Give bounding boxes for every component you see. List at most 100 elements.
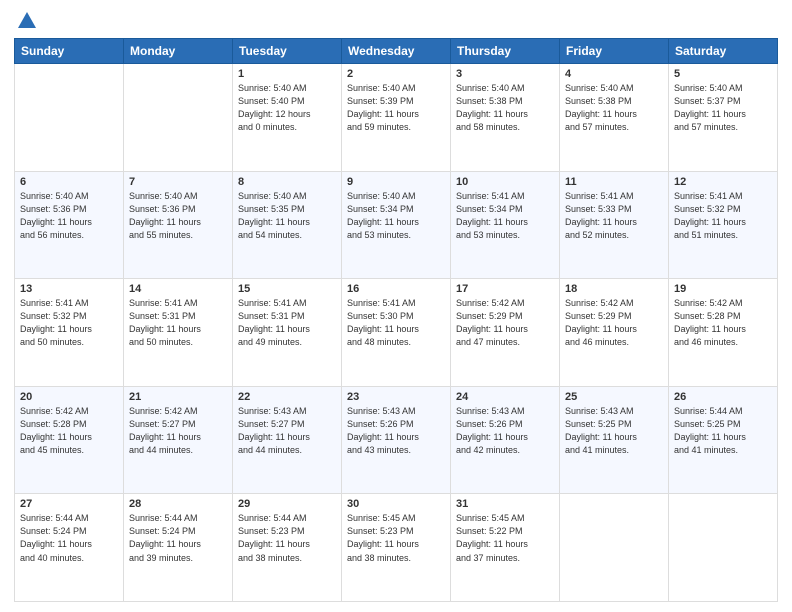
calendar-cell: 22Sunrise: 5:43 AM Sunset: 5:27 PM Dayli… — [233, 386, 342, 494]
day-info: Sunrise: 5:40 AM Sunset: 5:38 PM Dayligh… — [456, 82, 554, 134]
calendar-cell: 27 Sunrise: 5:44 AM Sunset: 5:24 PM Dayli… — [15, 494, 124, 602]
calendar-cell: 11 Sunrise: 5:41 AM Sunset: 5:33 PM Dayli… — [560, 171, 669, 279]
day-info: Sunrise: 5:40 AM Sunset: 5:35 PM Dayligh… — [238, 190, 336, 242]
day-info: Sunrise: 5:41 AM Sunset: 5:33 PM Dayligh… — [565, 190, 663, 242]
day-info: Sunrise: 5:44 AM Sunset: 5:24 PM Dayligh… — [129, 512, 227, 564]
day-info: Sunrise: 5:44 AM Sunset: 5:25 PM Dayligh… — [674, 405, 772, 457]
day-number: 25 — [565, 391, 663, 403]
page: SundayMondayTuesdayWednesdayThursdayFrid… — [0, 0, 792, 612]
day-number: 10 — [456, 176, 554, 188]
day-info: Sunrise: 5:43 AM Sunset: 5:26 PM Dayligh… — [347, 405, 445, 457]
day-info: Sunrise: 5:40 AM Sunset: 5:38 PM Dayligh… — [565, 82, 663, 134]
weekday-header: Monday — [124, 39, 233, 64]
calendar-cell: 15 Sunrise: 5:41 AM Sunset: 5:31 PM Dayli… — [233, 279, 342, 387]
day-info: Sunrise: 5:41 AM Sunset: 5:32 PM Dayligh… — [20, 297, 118, 349]
calendar-header-row: SundayMondayTuesdayWednesdayThursdayFrid… — [15, 39, 778, 64]
day-info: Sunrise: 5:42 AM Sunset: 5:28 PM Dayligh… — [674, 297, 772, 349]
day-number: 23 — [347, 391, 445, 403]
calendar-cell: 19 Sunrise: 5:42 AM Sunset: 5:28 PM Dayli… — [669, 279, 778, 387]
calendar-cell: 20 Sunrise: 5:42 AM Sunset: 5:28 PM Dayli… — [15, 386, 124, 494]
calendar-cell: 23 Sunrise: 5:43 AM Sunset: 5:26 PM Dayli… — [342, 386, 451, 494]
weekday-header: Sunday — [15, 39, 124, 64]
weekday-header: Saturday — [669, 39, 778, 64]
day-number: 18 — [565, 283, 663, 295]
calendar-cell: 3Sunrise: 5:40 AM Sunset: 5:38 PM Daylig… — [451, 64, 560, 172]
calendar-cell: 9 Sunrise: 5:40 AM Sunset: 5:34 PM Daylig… — [342, 171, 451, 279]
day-info: Sunrise: 5:42 AM Sunset: 5:27 PM Dayligh… — [129, 405, 227, 457]
day-number: 8 — [238, 176, 336, 188]
day-info: Sunrise: 5:41 AM Sunset: 5:31 PM Dayligh… — [238, 297, 336, 349]
day-number: 19 — [674, 283, 772, 295]
calendar-cell: 24 Sunrise: 5:43 AM Sunset: 5:26 PM Dayli… — [451, 386, 560, 494]
calendar-cell — [560, 494, 669, 602]
weekday-header: Wednesday — [342, 39, 451, 64]
day-info: Sunrise: 5:43 AM Sunset: 5:26 PM Dayligh… — [456, 405, 554, 457]
day-info: Sunrise: 5:41 AM Sunset: 5:32 PM Dayligh… — [674, 190, 772, 242]
calendar-cell: 30 Sunrise: 5:45 AM Sunset: 5:23 PM Dayli… — [342, 494, 451, 602]
day-info: Sunrise: 5:44 AM Sunset: 5:23 PM Dayligh… — [238, 512, 336, 564]
day-info: Sunrise: 5:41 AM Sunset: 5:34 PM Dayligh… — [456, 190, 554, 242]
day-number: 1 — [238, 68, 336, 80]
calendar-cell: 12 Sunrise: 5:41 AM Sunset: 5:32 PM Dayli… — [669, 171, 778, 279]
day-number: 26 — [674, 391, 772, 403]
day-info: Sunrise: 5:40 AM Sunset: 5:39 PM Dayligh… — [347, 82, 445, 134]
calendar-week-row: 13 Sunrise: 5:41 AM Sunset: 5:32 PM Dayli… — [15, 279, 778, 387]
day-number: 16 — [347, 283, 445, 295]
calendar-cell: 25Sunrise: 5:43 AM Sunset: 5:25 PM Dayli… — [560, 386, 669, 494]
day-number: 30 — [347, 498, 445, 510]
day-number: 20 — [20, 391, 118, 403]
day-number: 28 — [129, 498, 227, 510]
logo — [14, 10, 38, 32]
calendar-cell — [124, 64, 233, 172]
day-number: 4 — [565, 68, 663, 80]
day-info: Sunrise: 5:40 AM Sunset: 5:34 PM Dayligh… — [347, 190, 445, 242]
day-info: Sunrise: 5:44 AM Sunset: 5:24 PM Dayligh… — [20, 512, 118, 564]
calendar-week-row: 20 Sunrise: 5:42 AM Sunset: 5:28 PM Dayli… — [15, 386, 778, 494]
calendar-cell: 21Sunrise: 5:42 AM Sunset: 5:27 PM Dayli… — [124, 386, 233, 494]
day-info: Sunrise: 5:40 AM Sunset: 5:36 PM Dayligh… — [20, 190, 118, 242]
calendar-cell: 5Sunrise: 5:40 AM Sunset: 5:37 PM Daylig… — [669, 64, 778, 172]
day-info: Sunrise: 5:42 AM Sunset: 5:28 PM Dayligh… — [20, 405, 118, 457]
logo-text — [14, 10, 38, 32]
day-number: 24 — [456, 391, 554, 403]
day-number: 2 — [347, 68, 445, 80]
day-number: 11 — [565, 176, 663, 188]
calendar-week-row: 1 Sunrise: 5:40 AM Sunset: 5:40 PM Daylig… — [15, 64, 778, 172]
calendar-cell: 10 Sunrise: 5:41 AM Sunset: 5:34 PM Dayli… — [451, 171, 560, 279]
day-number: 31 — [456, 498, 554, 510]
weekday-header: Tuesday — [233, 39, 342, 64]
day-info: Sunrise: 5:41 AM Sunset: 5:30 PM Dayligh… — [347, 297, 445, 349]
calendar-week-row: 6 Sunrise: 5:40 AM Sunset: 5:36 PM Daylig… — [15, 171, 778, 279]
weekday-header: Friday — [560, 39, 669, 64]
day-info: Sunrise: 5:45 AM Sunset: 5:23 PM Dayligh… — [347, 512, 445, 564]
day-info: Sunrise: 5:42 AM Sunset: 5:29 PM Dayligh… — [565, 297, 663, 349]
calendar-cell: 4 Sunrise: 5:40 AM Sunset: 5:38 PM Daylig… — [560, 64, 669, 172]
calendar-cell: 17Sunrise: 5:42 AM Sunset: 5:29 PM Dayli… — [451, 279, 560, 387]
calendar-cell: 14 Sunrise: 5:41 AM Sunset: 5:31 PM Dayli… — [124, 279, 233, 387]
day-number: 15 — [238, 283, 336, 295]
day-number: 9 — [347, 176, 445, 188]
day-number: 27 — [20, 498, 118, 510]
day-number: 13 — [20, 283, 118, 295]
day-info: Sunrise: 5:40 AM Sunset: 5:40 PM Dayligh… — [238, 82, 336, 134]
day-number: 7 — [129, 176, 227, 188]
day-number: 5 — [674, 68, 772, 80]
calendar-cell: 18 Sunrise: 5:42 AM Sunset: 5:29 PM Dayli… — [560, 279, 669, 387]
day-number: 12 — [674, 176, 772, 188]
logo-icon — [16, 10, 38, 32]
day-number: 14 — [129, 283, 227, 295]
day-info: Sunrise: 5:40 AM Sunset: 5:36 PM Dayligh… — [129, 190, 227, 242]
day-info: Sunrise: 5:42 AM Sunset: 5:29 PM Dayligh… — [456, 297, 554, 349]
calendar-cell: 6 Sunrise: 5:40 AM Sunset: 5:36 PM Daylig… — [15, 171, 124, 279]
day-number: 6 — [20, 176, 118, 188]
weekday-header: Thursday — [451, 39, 560, 64]
calendar-cell: 29Sunrise: 5:44 AM Sunset: 5:23 PM Dayli… — [233, 494, 342, 602]
calendar-cell: 13 Sunrise: 5:41 AM Sunset: 5:32 PM Dayli… — [15, 279, 124, 387]
calendar-cell: 31Sunrise: 5:45 AM Sunset: 5:22 PM Dayli… — [451, 494, 560, 602]
calendar-cell: 26 Sunrise: 5:44 AM Sunset: 5:25 PM Dayli… — [669, 386, 778, 494]
calendar-cell — [15, 64, 124, 172]
day-info: Sunrise: 5:43 AM Sunset: 5:27 PM Dayligh… — [238, 405, 336, 457]
calendar-cell: 28 Sunrise: 5:44 AM Sunset: 5:24 PM Dayli… — [124, 494, 233, 602]
calendar-cell: 1 Sunrise: 5:40 AM Sunset: 5:40 PM Daylig… — [233, 64, 342, 172]
day-info: Sunrise: 5:41 AM Sunset: 5:31 PM Dayligh… — [129, 297, 227, 349]
